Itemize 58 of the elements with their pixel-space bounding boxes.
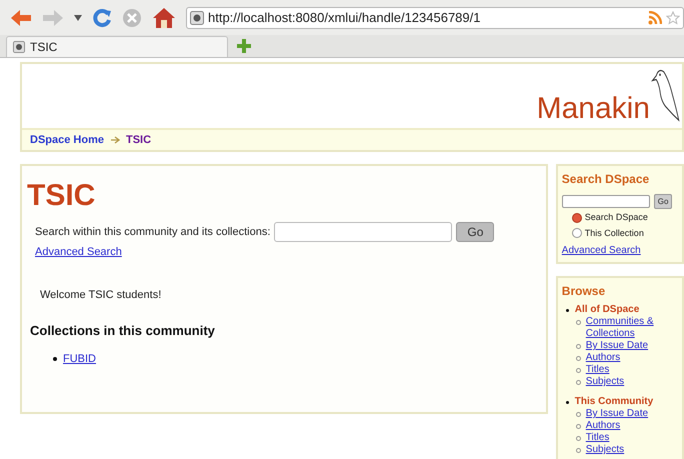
forward-icon[interactable]: [42, 8, 64, 26]
browse-link[interactable]: Authors: [586, 352, 666, 364]
search-field[interactable]: [562, 195, 650, 208]
welcome-text: Welcome TSIC students!: [40, 288, 162, 302]
radio-label: This Collection: [584, 226, 644, 240]
section-heading: This Community: [574, 396, 654, 408]
bullet-icon: [576, 424, 581, 429]
browse-link[interactable]: Subjects: [586, 444, 666, 456]
breadcrumb-link[interactable]: TSIC: [126, 132, 152, 148]
bullet-icon: [576, 380, 581, 385]
go-button[interactable]: Go: [654, 194, 672, 209]
bullet-icon: [566, 308, 569, 312]
rss-icon[interactable]: [648, 10, 662, 24]
panel-title: Search DSpace: [562, 171, 650, 188]
star-icon[interactable]: [666, 10, 680, 24]
bullet-icon: [576, 436, 581, 441]
bullet-icon: [576, 320, 581, 325]
site-icon: [13, 41, 25, 53]
section-heading: All of DSpace: [574, 304, 640, 316]
bullet-icon: [576, 344, 581, 349]
browse-link[interactable]: By Issue Date: [586, 340, 666, 352]
breadcrumb-link[interactable]: DSpace Home: [30, 132, 104, 148]
back-icon[interactable]: [10, 8, 32, 26]
go-button[interactable]: Go: [456, 222, 494, 242]
bullet-icon: [566, 400, 569, 404]
advanced-search-link[interactable]: Advanced Search: [35, 244, 122, 260]
bullet-icon: [53, 356, 57, 361]
bullet-icon: [576, 412, 581, 417]
reload-icon[interactable]: [92, 8, 112, 28]
radio-button[interactable]: [572, 212, 582, 223]
advanced-search-link[interactable]: Advanced Search: [562, 243, 641, 258]
browse-link[interactable]: By Issue Date: [586, 408, 666, 420]
address-bar[interactable]: http://localhost:8080/xmlui/handle/123456789/1: [186, 6, 684, 28]
new-tab-icon[interactable]: [236, 38, 252, 54]
browse-link[interactable]: Authors: [586, 420, 666, 432]
home-icon[interactable]: [152, 6, 176, 28]
browse-link[interactable]: Communities & Collections: [586, 316, 666, 340]
url-text: http://localhost:8080/xmlui/handle/123456789/1: [208, 8, 482, 27]
browse-link[interactable]: Subjects: [586, 376, 666, 388]
collection-link[interactable]: FUBID: [63, 350, 96, 367]
site-icon[interactable]: [190, 10, 204, 24]
bullet-icon: [576, 448, 581, 453]
search-label: Search within this community and its collections:: [35, 224, 270, 240]
bullet-icon: [576, 356, 581, 361]
panel-title: Browse: [562, 283, 606, 300]
caret-icon[interactable]: [74, 14, 82, 20]
logo-text: Manakin: [536, 91, 650, 127]
browse-link[interactable]: Titles: [586, 364, 666, 376]
page-title: TSIC: [27, 178, 96, 214]
stop-icon[interactable]: [122, 8, 142, 28]
search-field[interactable]: [274, 222, 452, 242]
radio-button[interactable]: [572, 228, 582, 238]
collections-heading: Collections in this community: [30, 322, 216, 340]
bullet-icon: [576, 368, 581, 373]
browser-tab[interactable]: TSIC: [6, 36, 228, 57]
radio-label: Search DSpace: [584, 211, 648, 224]
arrow-icon: [110, 136, 120, 144]
browse-link[interactable]: Titles: [586, 432, 666, 444]
